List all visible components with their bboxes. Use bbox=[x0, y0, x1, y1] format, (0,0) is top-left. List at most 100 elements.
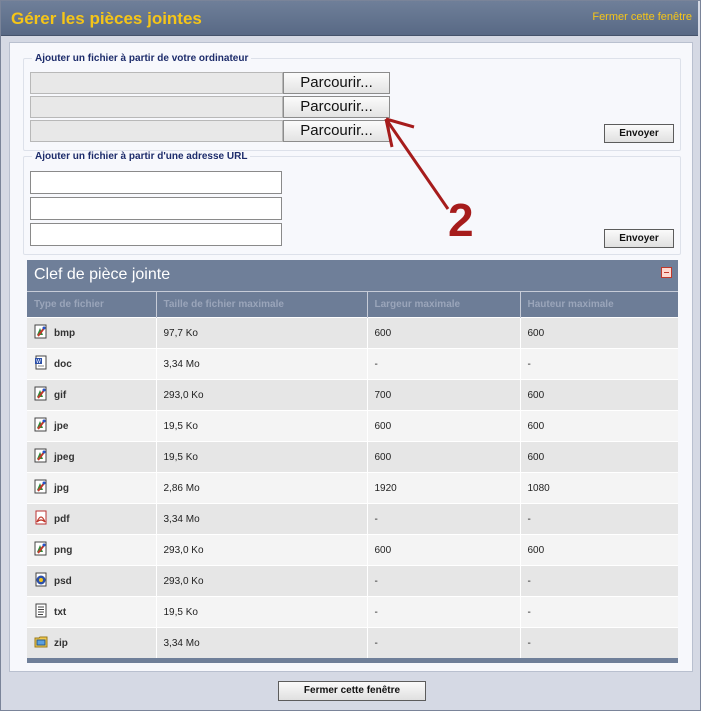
table-row: jpe 19,5 Ko 600 600 bbox=[27, 410, 678, 442]
max-size-cell: 19,5 Ko bbox=[155, 410, 367, 442]
file-type-label: zip bbox=[54, 637, 68, 649]
upload-url-legend: Ajouter un fichier à partir d'une adress… bbox=[35, 151, 248, 162]
attachment-key-table: Type de fichier Taille de fichier maxima… bbox=[27, 291, 678, 658]
main-content: Ajouter un fichier à partir de votre ord… bbox=[9, 42, 693, 672]
file-type-cell: gif bbox=[27, 379, 156, 411]
max-height-cell: - bbox=[519, 348, 678, 380]
max-size-cell: 97,7 Ko bbox=[155, 317, 367, 349]
image-file-icon bbox=[34, 386, 48, 401]
url-input-1[interactable] bbox=[30, 171, 282, 194]
file-type-cell: jpg bbox=[27, 472, 156, 504]
max-height-cell: 600 bbox=[519, 441, 678, 473]
psd-file-icon bbox=[34, 572, 48, 587]
table-header-row: Type de fichier Taille de fichier maxima… bbox=[27, 291, 678, 318]
table-row: bmp 97,7 Ko 600 600 bbox=[27, 317, 678, 349]
max-width-cell: - bbox=[366, 627, 520, 658]
image-file-icon bbox=[34, 541, 48, 556]
url-input-3[interactable] bbox=[30, 223, 282, 246]
table-row: psd 293,0 Ko - - bbox=[27, 565, 678, 597]
pdf-file-icon bbox=[34, 510, 48, 525]
file-type-cell: txt bbox=[27, 596, 156, 628]
image-file-icon bbox=[34, 417, 48, 432]
column-header-size: Taille de fichier maximale bbox=[155, 291, 367, 318]
file-path-field-3[interactable] bbox=[30, 120, 283, 142]
page-title: Gérer les pièces jointes bbox=[11, 9, 202, 28]
attachment-key-title: Clef de pièce jointe bbox=[34, 266, 171, 283]
collapse-icon[interactable] bbox=[661, 267, 672, 278]
svg-text:W: W bbox=[36, 359, 41, 365]
max-size-cell: 2,86 Mo bbox=[155, 472, 367, 504]
max-size-cell: 19,5 Ko bbox=[155, 596, 367, 628]
table-row: gif 293,0 Ko 700 600 bbox=[27, 379, 678, 411]
max-width-cell: 1920 bbox=[366, 472, 520, 504]
file-type-label: png bbox=[54, 544, 73, 556]
max-height-cell: 1080 bbox=[519, 472, 678, 504]
max-height-cell: - bbox=[519, 565, 678, 597]
file-path-field-1[interactable] bbox=[30, 72, 283, 94]
text-file-icon bbox=[34, 603, 48, 618]
max-width-cell: - bbox=[366, 348, 520, 380]
table-row: zip 3,34 Mo - - bbox=[27, 627, 678, 658]
close-window-button[interactable]: Fermer cette fenêtre bbox=[278, 681, 426, 701]
image-file-icon bbox=[34, 448, 48, 463]
file-type-cell: pdf bbox=[27, 503, 156, 535]
send-file-button[interactable]: Envoyer bbox=[604, 124, 674, 143]
file-type-label: psd bbox=[54, 575, 72, 587]
table-row: Wdoc 3,34 Mo - - bbox=[27, 348, 678, 380]
table-row: png 293,0 Ko 600 600 bbox=[27, 534, 678, 566]
max-size-cell: 19,5 Ko bbox=[155, 441, 367, 473]
max-size-cell: 3,34 Mo bbox=[155, 627, 367, 658]
max-size-cell: 293,0 Ko bbox=[155, 379, 367, 411]
max-size-cell: 3,34 Mo bbox=[155, 503, 367, 535]
max-size-cell: 293,0 Ko bbox=[155, 534, 367, 566]
max-width-cell: 600 bbox=[366, 441, 520, 473]
close-window-link[interactable]: Fermer cette fenêtre bbox=[592, 11, 692, 23]
max-width-cell: - bbox=[366, 596, 520, 628]
file-type-label: jpe bbox=[54, 420, 69, 432]
file-type-cell: Wdoc bbox=[27, 348, 156, 380]
image-file-icon bbox=[34, 479, 48, 494]
max-height-cell: 600 bbox=[519, 534, 678, 566]
send-url-button[interactable]: Envoyer bbox=[604, 229, 674, 248]
column-header-height: Hauteur maximale bbox=[519, 291, 678, 318]
max-width-cell: 600 bbox=[366, 534, 520, 566]
max-height-cell: - bbox=[519, 503, 678, 535]
annotation-number: 2 bbox=[448, 194, 474, 246]
max-height-cell: 600 bbox=[519, 379, 678, 411]
file-type-cell: bmp bbox=[27, 317, 156, 349]
word-file-icon: W bbox=[34, 355, 48, 370]
max-size-cell: 293,0 Ko bbox=[155, 565, 367, 597]
max-width-cell: 600 bbox=[366, 317, 520, 349]
file-type-cell: psd bbox=[27, 565, 156, 597]
file-type-cell: jpe bbox=[27, 410, 156, 442]
table-row: jpg 2,86 Mo 1920 1080 bbox=[27, 472, 678, 504]
max-size-cell: 3,34 Mo bbox=[155, 348, 367, 380]
max-width-cell: 700 bbox=[366, 379, 520, 411]
column-header-width: Largeur maximale bbox=[366, 291, 520, 318]
window-header: Gérer les pièces jointes Fermer cette fe… bbox=[1, 1, 698, 36]
browse-button-1[interactable]: Parcourir... bbox=[283, 72, 390, 94]
max-width-cell: - bbox=[366, 503, 520, 535]
max-width-cell: - bbox=[366, 565, 520, 597]
file-type-cell: zip bbox=[27, 627, 156, 658]
upload-computer-legend: Ajouter un fichier à partir de votre ord… bbox=[35, 53, 249, 64]
zip-file-icon bbox=[34, 634, 48, 649]
attachment-key-panel: Clef de pièce jointe Type de fichier Tai… bbox=[27, 260, 678, 663]
table-row: jpeg 19,5 Ko 600 600 bbox=[27, 441, 678, 473]
file-type-label: gif bbox=[54, 389, 67, 401]
file-path-field-2[interactable] bbox=[30, 96, 283, 118]
file-type-label: doc bbox=[54, 358, 72, 370]
file-type-label: txt bbox=[54, 606, 67, 618]
table-row: pdf 3,34 Mo - - bbox=[27, 503, 678, 535]
file-type-cell: png bbox=[27, 534, 156, 566]
file-type-label: bmp bbox=[54, 327, 76, 339]
url-input-2[interactable] bbox=[30, 197, 282, 220]
table-row: txt 19,5 Ko - - bbox=[27, 596, 678, 628]
file-type-cell: jpeg bbox=[27, 441, 156, 473]
column-header-type: Type de fichier bbox=[27, 291, 156, 318]
file-type-label: pdf bbox=[54, 513, 70, 525]
max-width-cell: 600 bbox=[366, 410, 520, 442]
max-height-cell: - bbox=[519, 627, 678, 658]
max-height-cell: - bbox=[519, 596, 678, 628]
max-height-cell: 600 bbox=[519, 410, 678, 442]
